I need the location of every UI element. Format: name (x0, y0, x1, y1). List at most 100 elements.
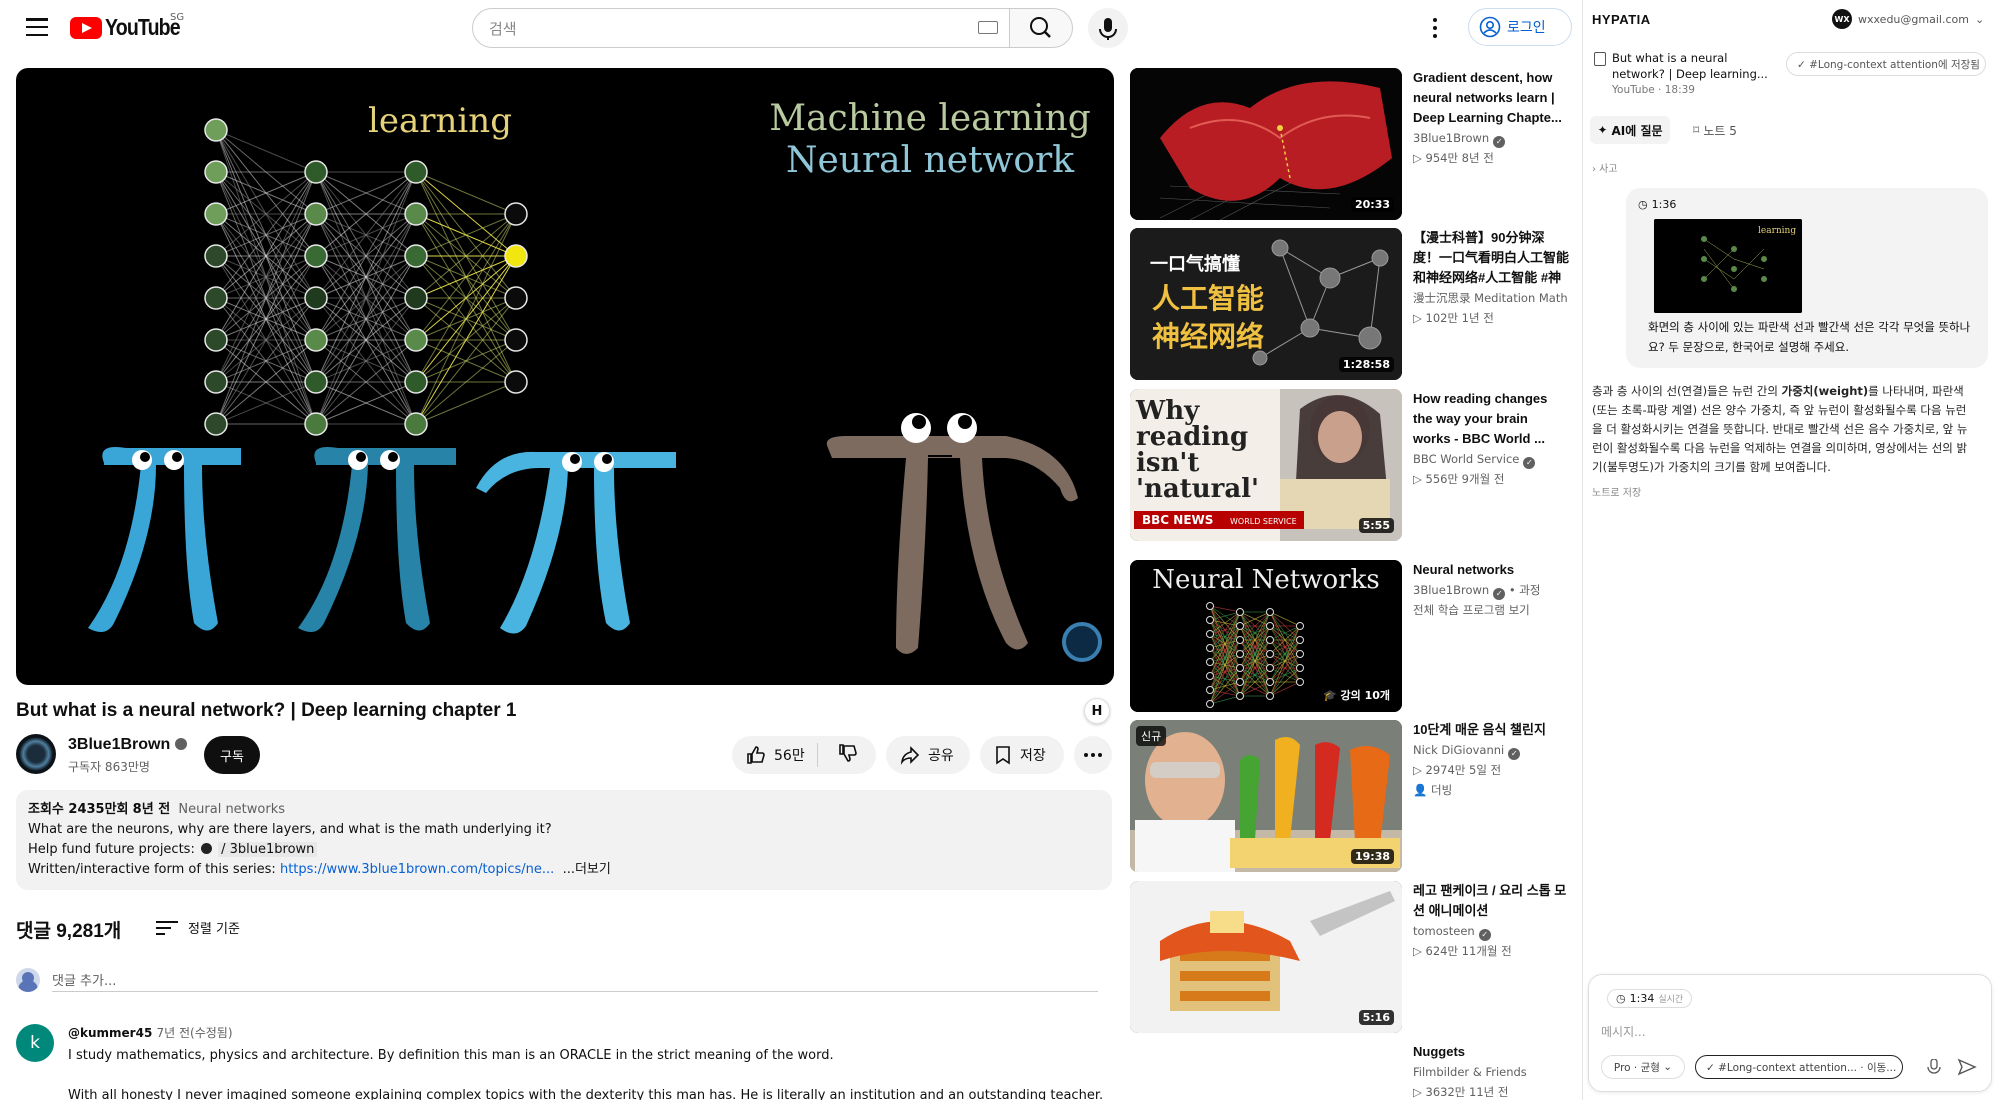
network-neuron (204, 370, 228, 394)
playlist-link[interactable]: 전체 학습 프로그램 보기 (1413, 600, 1569, 620)
search-input[interactable]: 검색 (472, 8, 1010, 48)
related-channel[interactable]: 3Blue1Brown ✓ • 과정 (1413, 580, 1569, 600)
related-info[interactable]: How reading changes the way your brain w… (1413, 389, 1569, 489)
network-neuron (204, 412, 228, 436)
related-info[interactable]: Nuggets Filmbilder & Friends ▷ 3632만 11년… (1413, 1042, 1569, 1100)
question-timestamp[interactable]: ◷ 1:36 (1638, 198, 1976, 211)
related-channel[interactable]: tomosteen ✓ (1413, 921, 1569, 941)
sort-button[interactable]: 정렬 기준 (156, 918, 240, 937)
video-frame: learning Machine learning Neural network (88, 98, 1102, 662)
tab-notes[interactable]: ⌑ 노트 5 (1680, 116, 1750, 144)
description-box[interactable]: 조회수 2435만회 8년 전 Neural networks What are… (16, 790, 1112, 890)
add-comment-input[interactable]: 댓글 추가... (52, 968, 1098, 992)
related-video-6[interactable]: 5:16 레고 팬케이크 / 요리 스톱 모션 애니메이션 tomosteen ✓… (1130, 881, 1570, 1033)
related-channel[interactable]: Nick DiGiovanni ✓ (1413, 740, 1569, 760)
related-title[interactable]: 【漫士科普】90分钟深度！一口气看明白人工智能和神经网络#人工智能 #神经网..… (1413, 228, 1569, 288)
related-channel[interactable]: 3Blue1Brown ✓ (1413, 128, 1569, 148)
related-video-5[interactable]: 신규 19:38 10단계 매운 음식 챌린지 Nick DiGiovanni ✓… (1130, 720, 1570, 872)
duration-badge: 19:38 (1350, 849, 1394, 864)
related-info[interactable]: 레고 팬케이크 / 요리 스톱 모션 애니메이션 tomosteen ✓ ▷ 62… (1413, 881, 1569, 961)
search-button[interactable] (1009, 8, 1073, 48)
model-selector[interactable]: Pro · 균형 ⌄ (1601, 1055, 1685, 1079)
dislike-button[interactable] (826, 743, 858, 767)
related-channel[interactable]: Filmbilder & Friends (1413, 1062, 1569, 1082)
current-video-info: But what is a neural network? | Deep lea… (1592, 50, 1772, 96)
related-title[interactable]: 10단계 매운 음식 챌린지 (1413, 720, 1569, 740)
network-neuron (504, 328, 528, 352)
region-code: SG (170, 12, 185, 23)
related-title[interactable]: Neural networks (1413, 560, 1569, 580)
network-neuron (404, 370, 428, 394)
series-link[interactable]: https://www.3blue1brown.com/topics/ne... (280, 862, 554, 877)
thinking-toggle[interactable]: › 사고 (1592, 160, 1618, 175)
related-title[interactable]: 레고 팬케이크 / 요리 스톱 모션 애니메이션 (1413, 881, 1569, 921)
related-info[interactable]: Gradient descent, how neural networks le… (1413, 68, 1569, 168)
related-title[interactable]: Nuggets (1413, 1042, 1569, 1062)
related-video-3[interactable]: Why reading isn't 'natural' BBC NEWS WOR… (1130, 389, 1570, 541)
related-thumbnail[interactable]: 5:16 (1130, 881, 1402, 1033)
related-thumbnail[interactable]: Why reading isn't 'natural' BBC NEWS WOR… (1130, 389, 1402, 541)
subscribe-button[interactable]: 구독 (204, 736, 260, 774)
account-menu[interactable]: WX wxxedu@gmail.com ⌄ (1832, 8, 1986, 30)
patreon-link[interactable]: / 3blue1brown (218, 842, 318, 857)
pi-creature-2 (298, 447, 456, 632)
h-badge[interactable]: H (1084, 698, 1110, 724)
network-neuron (1296, 664, 1304, 672)
related-channel[interactable]: BBC World Service ✓ (1413, 449, 1569, 469)
hamburger-menu-icon[interactable] (26, 18, 48, 36)
related-video-7[interactable]: Nuggets Filmbilder & Friends ▷ 3632만 11년… (1130, 1042, 1570, 1100)
clock-icon: ◷ (1638, 198, 1648, 211)
related-info[interactable]: 【漫士科普】90分钟深度！一口气看明白人工智能和神经网络#人工智能 #神经网..… (1413, 228, 1569, 328)
commenter-handle[interactable]: @kummer45 (68, 1026, 152, 1040)
like-button[interactable]: 56만 (732, 743, 818, 767)
commenter-avatar[interactable]: k (16, 1024, 54, 1062)
video-title: But what is a neural network? | Deep lea… (16, 700, 517, 721)
login-button[interactable]: 로그인 (1468, 8, 1572, 46)
related-video-1[interactable]: 20:33 Gradient descent, how neural netwo… (1130, 68, 1570, 220)
channel-avatar[interactable] (16, 734, 56, 774)
microphone-icon[interactable] (1927, 1059, 1941, 1075)
composer-timestamp[interactable]: ◷ 1:34 실시간 (1607, 989, 1693, 1008)
keyboard-icon[interactable] (978, 21, 998, 34)
share-button[interactable]: 공유 (886, 736, 970, 774)
related-playlist[interactable]: Neural Networks 🎓 강의 10개 Neural networks… (1130, 560, 1570, 712)
channel-name[interactable]: 3Blue1Brown (68, 736, 187, 754)
related-thumbnail[interactable]: 一口气搞懂 人工智能 神经网络 1:28:58 (1130, 228, 1402, 380)
related-title[interactable]: Gradient descent, how neural networks le… (1413, 68, 1569, 128)
related-thumbnail[interactable]: 신규 19:38 (1130, 720, 1402, 872)
related-info[interactable]: 10단계 매운 음식 챌린지 Nick DiGiovanni ✓ ▷ 2974만 … (1413, 720, 1569, 800)
related-title[interactable]: How reading changes the way your brain w… (1413, 389, 1569, 449)
more-actions-button[interactable] (1074, 736, 1112, 774)
network-neuron (1296, 650, 1304, 658)
new-badge: 신규 (1136, 726, 1167, 746)
more-options-icon[interactable] (1430, 18, 1440, 38)
related-channel[interactable]: 漫士沉思录 Meditation Math (1413, 288, 1569, 308)
related-channel-name: 3Blue1Brown (1413, 131, 1490, 145)
live-tag: 실시간 (1658, 995, 1684, 1005)
related-info[interactable]: Neural networks 3Blue1Brown ✓ • 과정 전체 학습 … (1413, 560, 1569, 620)
youtube-logo[interactable]: YouTube SG (70, 12, 193, 41)
commenter-name[interactable]: @kummer45 7년 전(수정됨) (68, 1024, 233, 1041)
description-tag[interactable]: Neural networks (178, 802, 285, 817)
save-button[interactable]: 저장 (980, 736, 1064, 774)
related-video-2[interactable]: 一口气搞懂 人工智能 神经网络 1:28:58 【漫士科普】90分钟深度！一口气… (1130, 228, 1570, 380)
context-selector[interactable]: ✓ #Long-context attention... · 이동... (1695, 1055, 1903, 1079)
frame-snapshot[interactable]: learning (1654, 219, 1802, 313)
related-thumbnail[interactable]: Neural Networks 🎓 강의 10개 (1130, 560, 1402, 712)
message-input[interactable]: 메시지... (1601, 1023, 1646, 1040)
voice-search-button[interactable] (1088, 8, 1128, 48)
related-channel-name: 3Blue1Brown (1413, 583, 1490, 597)
network-neuron (1266, 608, 1274, 616)
saved-to-chip[interactable]: ✓ #Long-context attention에 저장됨 (1786, 52, 1986, 76)
thumbs-down-icon (838, 744, 857, 762)
send-icon[interactable] (1957, 1057, 1977, 1077)
related-thumbnail[interactable]: 20:33 (1130, 68, 1402, 220)
tab-ask-ai[interactable]: ✦ AI에 질문 (1590, 116, 1670, 144)
save-as-note-button[interactable]: 노트로 저장 (1592, 484, 1641, 499)
network-neuron (204, 202, 228, 226)
network-neuron (404, 412, 428, 436)
tab-notes-label: 노트 5 (1703, 123, 1737, 138)
more-link[interactable]: ...더보기 (563, 862, 611, 877)
network-connection (415, 213, 517, 425)
video-player[interactable]: learning Machine learning Neural network (16, 68, 1114, 685)
